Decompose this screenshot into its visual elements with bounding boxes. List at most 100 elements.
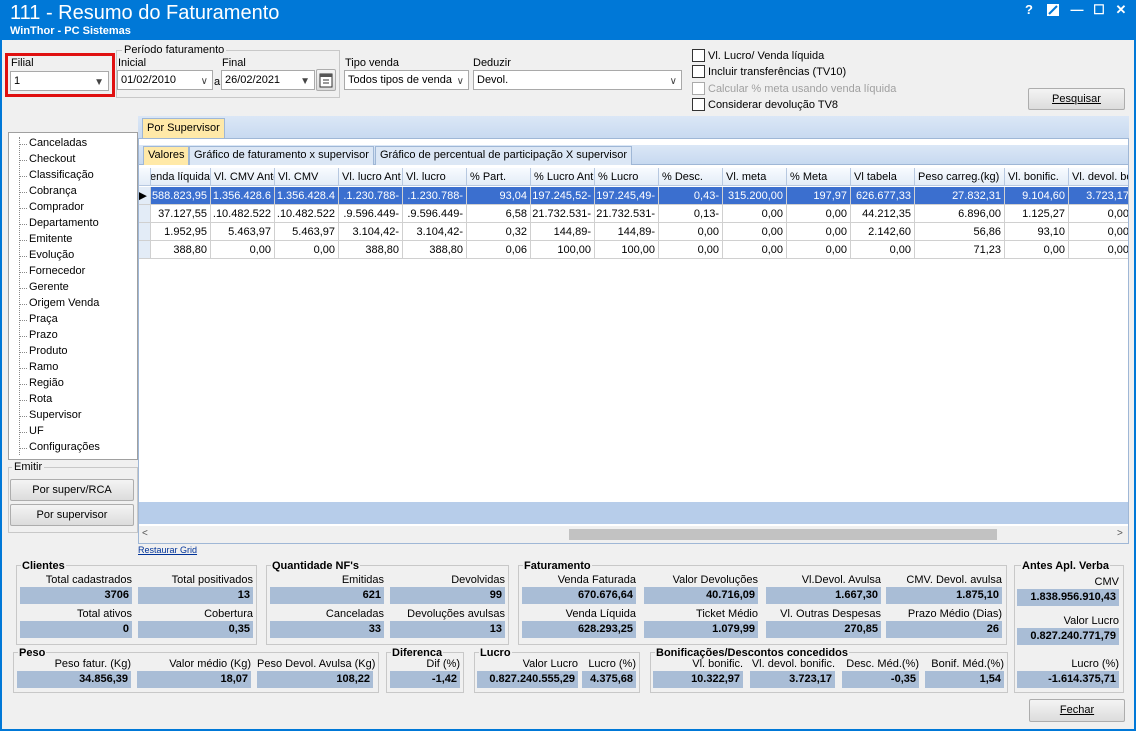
column-header[interactable]: % Lucro — [595, 168, 659, 186]
table-cell[interactable]: 0,00 — [1069, 205, 1128, 223]
tree-item-gerente[interactable]: Gerente — [29, 281, 69, 293]
table-cell[interactable]: 0,32 — [467, 223, 531, 241]
tree-item-emitente[interactable]: Emitente — [29, 233, 72, 245]
fechar-button[interactable]: Fechar — [1029, 699, 1125, 722]
considerar-devol-checkbox[interactable] — [692, 98, 705, 111]
data-inicial-field[interactable]: 01/02/2010 ∨ — [117, 70, 213, 90]
vl-lucro-checkbox[interactable] — [692, 49, 705, 62]
table-cell[interactable]: 588.823,95 — [151, 187, 211, 205]
table-cell[interactable]: -21.732.531 — [531, 205, 595, 223]
scroll-left-icon[interactable]: < — [142, 528, 148, 539]
row-indicator[interactable] — [139, 205, 151, 223]
table-cell[interactable]: 0,00 — [659, 223, 723, 241]
table-cell[interactable]: 388,80 — [151, 241, 211, 259]
row-indicator-icon[interactable]: ▶ — [139, 187, 151, 205]
tree-item-fornecedor[interactable]: Fornecedor — [29, 265, 85, 277]
data-final-field[interactable]: 26/02/2021 ▼ — [221, 70, 315, 90]
column-header[interactable]: Vl tabela — [851, 168, 915, 186]
table-cell[interactable]: -197.245,49 — [595, 187, 659, 205]
table-cell[interactable]: 93,10 — [1005, 223, 1069, 241]
edit-icon[interactable] — [1042, 2, 1064, 18]
tree-item-regiao[interactable]: Região — [29, 377, 64, 389]
table-cell[interactable]: 0,06 — [467, 241, 531, 259]
table-cell[interactable]: 44.212,35 — [851, 205, 915, 223]
tree-item-ramo[interactable]: Ramo — [29, 361, 58, 373]
deduzir-select[interactable]: Devol. ∨ — [473, 70, 682, 90]
column-header[interactable]: Vl. bonific. — [1005, 168, 1069, 186]
horizontal-scrollbar[interactable]: < > — [139, 526, 1128, 543]
table-cell[interactable]: 3.723,17 — [1069, 187, 1128, 205]
table-cell[interactable]: 0,00 — [1069, 241, 1128, 259]
table-cell[interactable]: 6,58 — [467, 205, 531, 223]
scroll-right-icon[interactable]: > — [1117, 528, 1123, 539]
table-cell[interactable]: -144,89 — [595, 223, 659, 241]
tree-item-origem-venda[interactable]: Origem Venda — [29, 297, 99, 309]
tree-item-prazo[interactable]: Prazo — [29, 329, 58, 341]
table-cell[interactable]: 0,00 — [851, 241, 915, 259]
pesquisar-button[interactable]: Pesquisar — [1028, 88, 1125, 110]
column-header[interactable]: Peso carreg.(kg) — [915, 168, 1005, 186]
calcular-meta-checkbox[interactable] — [692, 82, 705, 95]
tree-item-rota[interactable]: Rota — [29, 393, 52, 405]
tree-item-configuracoes[interactable]: Configurações — [29, 441, 100, 453]
table-cell[interactable]: -0,13 — [659, 205, 723, 223]
table-cell[interactable]: 388,80 — [339, 241, 403, 259]
table-cell[interactable]: 0,00 — [787, 205, 851, 223]
table-cell[interactable]: 100,00 — [595, 241, 659, 259]
table-cell[interactable]: -197.245,52 — [531, 187, 595, 205]
table-cell[interactable]: 10.482.522. — [211, 205, 275, 223]
tree-item-comprador[interactable]: Comprador — [29, 201, 84, 213]
tree-item-checkout[interactable]: Checkout — [29, 153, 75, 165]
maximize-button[interactable]: ☐ — [1088, 2, 1110, 18]
table-cell[interactable]: 5.463,97 — [275, 223, 339, 241]
por-superv-rca-button[interactable]: Por superv/RCA — [10, 479, 134, 501]
table-cell[interactable]: 1.952,95 — [151, 223, 211, 241]
minimize-button[interactable]: — — [1066, 2, 1088, 18]
table-cell[interactable]: 0,00 — [723, 205, 787, 223]
table-cell[interactable]: -3.104,42 — [403, 223, 467, 241]
table-cell[interactable]: -144,89 — [531, 223, 595, 241]
data-grid[interactable]: Venda líquidaVl. CMV AnteVl. CMVVl. lucr… — [139, 168, 1128, 502]
tree-item-evolucao[interactable]: Evolução — [29, 249, 74, 261]
tree-item-departamento[interactable]: Departamento — [29, 217, 99, 229]
table-cell[interactable]: -0,43 — [659, 187, 723, 205]
table-cell[interactable]: 10.482.522. — [275, 205, 339, 223]
column-header[interactable]: Vl. devol. bo — [1069, 168, 1128, 186]
table-cell[interactable]: 100,00 — [531, 241, 595, 259]
column-header[interactable]: Vl. meta — [723, 168, 787, 186]
table-cell[interactable]: 197,97 — [787, 187, 851, 205]
table-cell[interactable]: 71,23 — [915, 241, 1005, 259]
table-cell[interactable]: -1.230.788. — [339, 187, 403, 205]
column-header[interactable]: % Meta — [787, 168, 851, 186]
close-button[interactable]: ✕ — [1110, 2, 1132, 18]
column-header[interactable]: Vl. CMV Ante — [211, 168, 275, 186]
column-header[interactable]: % Desc. — [659, 168, 723, 186]
tab-grafico-faturamento[interactable]: Gráfico de faturamento x supervisor — [189, 146, 374, 165]
table-cell[interactable]: 0,00 — [275, 241, 339, 259]
filial-select[interactable]: 1 ▼ — [10, 71, 109, 91]
table-cell[interactable]: 0,00 — [787, 223, 851, 241]
incluir-transf-checkbox[interactable] — [692, 65, 705, 78]
column-header[interactable]: Venda líquida — [151, 168, 211, 186]
table-cell[interactable]: 388,80 — [403, 241, 467, 259]
column-header[interactable]: % Part. — [467, 168, 531, 186]
table-cell[interactable]: -9.596.449. — [339, 205, 403, 223]
table-cell[interactable]: -3.104,42 — [339, 223, 403, 241]
tree-item-uf[interactable]: UF — [29, 425, 44, 437]
table-cell[interactable]: 315.200,00 — [723, 187, 787, 205]
help-button[interactable]: ? — [1018, 2, 1040, 18]
table-cell[interactable]: -1.230.788. — [403, 187, 467, 205]
por-supervisor-button[interactable]: Por supervisor — [10, 504, 134, 526]
table-cell[interactable]: 0,00 — [787, 241, 851, 259]
column-header[interactable]: % Lucro Ant — [531, 168, 595, 186]
table-cell[interactable]: -21.732.531 — [595, 205, 659, 223]
table-cell[interactable]: 27.832,31 — [915, 187, 1005, 205]
column-header[interactable]: Vl. lucro Ant — [339, 168, 403, 186]
tree-item-classificacao[interactable]: Classificação — [29, 169, 94, 181]
tab-grafico-percentual[interactable]: Gráfico de percentual de participação X … — [375, 146, 633, 165]
table-cell[interactable]: 0,00 — [1069, 223, 1128, 241]
tree-item-produto[interactable]: Produto — [29, 345, 68, 357]
table-cell[interactable]: 0,00 — [723, 223, 787, 241]
table-cell[interactable]: 6.896,00 — [915, 205, 1005, 223]
tipo-venda-select[interactable]: Todos tipos de venda ∨ — [344, 70, 469, 90]
